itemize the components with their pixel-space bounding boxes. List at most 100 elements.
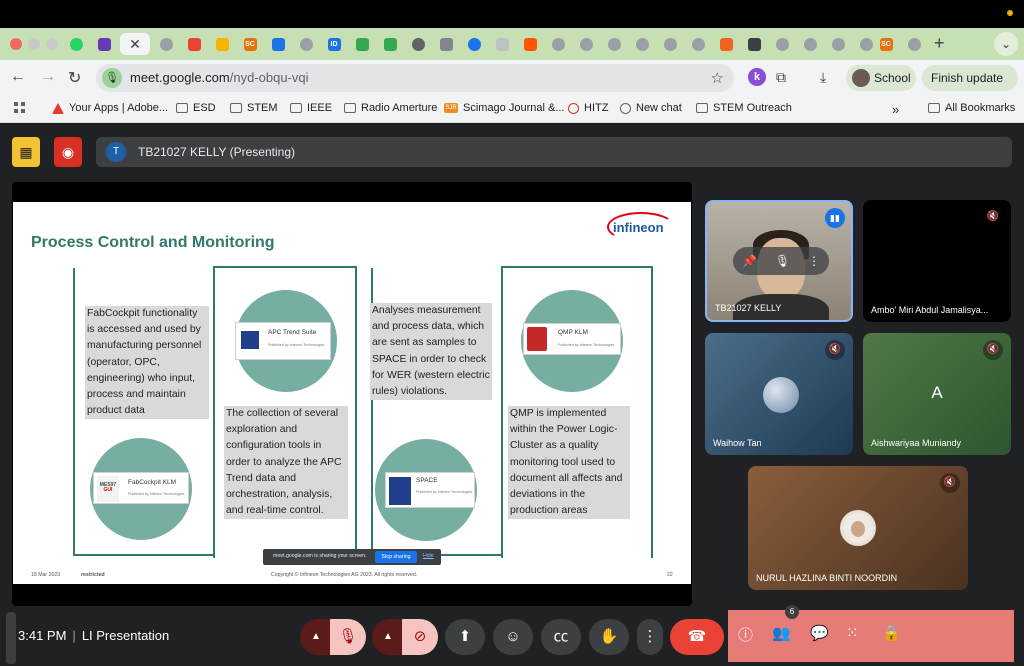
tab-sc[interactable]: SC — [874, 33, 898, 55]
hide-notice-link[interactable]: Hide — [423, 553, 434, 559]
bookmark-ieee[interactable]: IEEE — [290, 102, 332, 114]
apps-button[interactable] — [14, 102, 25, 113]
tab-generic[interactable] — [902, 33, 926, 55]
url-text[interactable]: meet.google.com/nyd-obqu-vqi — [130, 70, 309, 85]
mic-icon[interactable]: 🎙 — [775, 247, 790, 275]
stop-sharing-button[interactable]: Stop sharing — [375, 551, 417, 563]
microphone-off-button[interactable]: 🎙 — [330, 619, 366, 655]
participant-tile-waihow[interactable]: 🔇 Waihow Tan — [705, 333, 853, 455]
close-tab-icon[interactable]: ✕ — [129, 36, 141, 53]
tab-gear[interactable] — [462, 33, 486, 55]
reload-button[interactable]: ↻ — [68, 68, 81, 88]
tab-generic[interactable] — [630, 33, 654, 55]
tab-whatsapp[interactable] — [64, 33, 88, 55]
card-title: QMP KLM — [558, 329, 588, 336]
leave-call-button[interactable]: ☎ — [670, 619, 724, 655]
tab-search-button[interactable]: ⌄ — [994, 32, 1018, 56]
tab-gmail[interactable] — [182, 33, 206, 55]
tab-soundcloud[interactable] — [518, 33, 542, 55]
tab-generic[interactable] — [798, 33, 822, 55]
video-options-button[interactable]: ▲ — [372, 619, 404, 655]
participant-tile-aishwariyaa[interactable]: 🔇 A Aishwariyaa Muniandy — [863, 333, 1011, 455]
meeting-details-icon[interactable]: ⓘ — [738, 624, 753, 645]
bookmark-stem[interactable]: STEM — [230, 102, 278, 114]
forward-button[interactable]: → — [40, 68, 56, 86]
host-controls-lock-icon[interactable]: 🔒 — [882, 624, 901, 642]
maximize-window-button[interactable] — [46, 38, 58, 50]
tab-slides[interactable] — [210, 33, 234, 55]
tab-generic[interactable] — [294, 33, 318, 55]
raise-hand-button[interactable]: ✋ — [589, 619, 629, 655]
back-button[interactable]: ← — [10, 68, 26, 86]
slides-icon — [215, 37, 229, 51]
new-tab-button[interactable]: + — [934, 33, 945, 54]
tab-etsy[interactable] — [714, 33, 738, 55]
more-options-icon[interactable]: ⋮ — [808, 247, 820, 275]
chat-icon[interactable]: 💬 — [810, 624, 829, 642]
tab-forms[interactable] — [92, 33, 116, 55]
more-options-button[interactable]: ⋮ — [637, 619, 663, 655]
bookmarks-overflow-button[interactable]: » — [892, 102, 899, 117]
profile-label: School — [874, 71, 911, 85]
participant-tile-ambo[interactable]: 🔇 Ambo' Miri Abdul Jamalisya... — [863, 200, 1011, 322]
minimize-window-button[interactable] — [28, 38, 40, 50]
bookmark-scimago[interactable]: SJR Scimago Journal &... — [444, 102, 565, 114]
presentation-slide: Process Control and Monitoring infineon … — [13, 202, 691, 584]
tab-generic[interactable] — [574, 33, 598, 55]
host-controls-icon[interactable]: ▦ — [12, 137, 40, 167]
tab-sc[interactable]: SC — [238, 33, 262, 55]
tab-generic[interactable] — [770, 33, 794, 55]
record-icon[interactable]: ◉ — [54, 137, 82, 167]
tab-meet-active[interactable]: ✕ — [120, 33, 150, 55]
bookmark-stem-outreach[interactable]: STEM Outreach — [696, 102, 792, 114]
speaking-indicator-icon: ▮▮ — [825, 208, 845, 228]
tab-calendar[interactable] — [266, 33, 290, 55]
bookmark-star-icon[interactable]: ☆ — [711, 69, 724, 87]
tab-generic[interactable] — [154, 33, 178, 55]
tab-image[interactable] — [434, 33, 458, 55]
microphone-in-use-icon[interactable]: 🎙 — [102, 68, 122, 88]
extensions-puzzle-icon[interactable]: ⧉ — [776, 69, 786, 86]
all-bookmarks-button[interactable]: All Bookmarks — [928, 102, 1015, 114]
tab-image[interactable] — [490, 33, 514, 55]
tab-generic[interactable] — [546, 33, 570, 55]
extension-k-icon[interactable]: k — [748, 68, 766, 86]
tab-maps[interactable] — [350, 33, 374, 55]
bookmark-new-chat[interactable]: New chat — [620, 102, 682, 114]
image-icon — [439, 37, 453, 51]
bookmark-hitz[interactable]: HITZ — [568, 102, 608, 114]
card-subtitle: Published by Infineon Technologies — [128, 492, 185, 496]
bookmark-esd[interactable]: ESD — [176, 102, 216, 114]
download-icon[interactable]: ⤓ — [820, 69, 826, 86]
pin-icon[interactable]: 📌 — [742, 247, 757, 275]
present-screen-button[interactable]: ⬆ — [445, 619, 485, 655]
activities-icon[interactable]: ⁙ — [846, 624, 859, 642]
calendar-icon — [271, 37, 285, 51]
audio-options-button[interactable]: ▲ — [300, 619, 332, 655]
people-icon[interactable]: 👥 — [772, 624, 791, 642]
bookmark-adobe[interactable]: Your Apps | Adobe... — [52, 102, 168, 114]
tab-chrome[interactable] — [406, 33, 430, 55]
tab-maps[interactable] — [378, 33, 402, 55]
tab-generic[interactable] — [686, 33, 710, 55]
tab-generic[interactable] — [826, 33, 850, 55]
bookmark-radio[interactable]: Radio Amerture — [344, 102, 437, 114]
tab-id[interactable]: ID — [322, 33, 346, 55]
meeting-info: 3:41 PM | LI Presentation — [18, 628, 169, 643]
participant-tile-kelly[interactable]: ▮▮ 📌 🎙 ⋮ TB21027 KELLY — [705, 200, 853, 322]
close-window-button[interactable] — [10, 38, 22, 50]
participant-tile-nurul[interactable]: 🔇 NURUL HAZLINA BINTI NOORDIN — [748, 466, 968, 590]
omnibox[interactable]: 🎙 meet.google.com/nyd-obqu-vqi ☆ — [96, 64, 734, 92]
captions-button[interactable]: ㏄ — [541, 619, 581, 655]
meeting-time: 3:41 PM — [18, 628, 67, 643]
camera-off-button[interactable]: ⊘ — [402, 619, 438, 655]
reactions-button[interactable]: ☺ — [493, 619, 533, 655]
side-panel-handle[interactable] — [6, 612, 16, 664]
globe-icon — [859, 37, 873, 51]
finish-update-button[interactable]: Finish update ⋮ — [922, 65, 1018, 111]
avatar-initial: A — [931, 383, 943, 402]
tab-generic[interactable] — [602, 33, 626, 55]
tab-generic[interactable] — [658, 33, 682, 55]
tab-mendeley[interactable] — [742, 33, 766, 55]
profile-button[interactable]: School — [846, 65, 916, 91]
